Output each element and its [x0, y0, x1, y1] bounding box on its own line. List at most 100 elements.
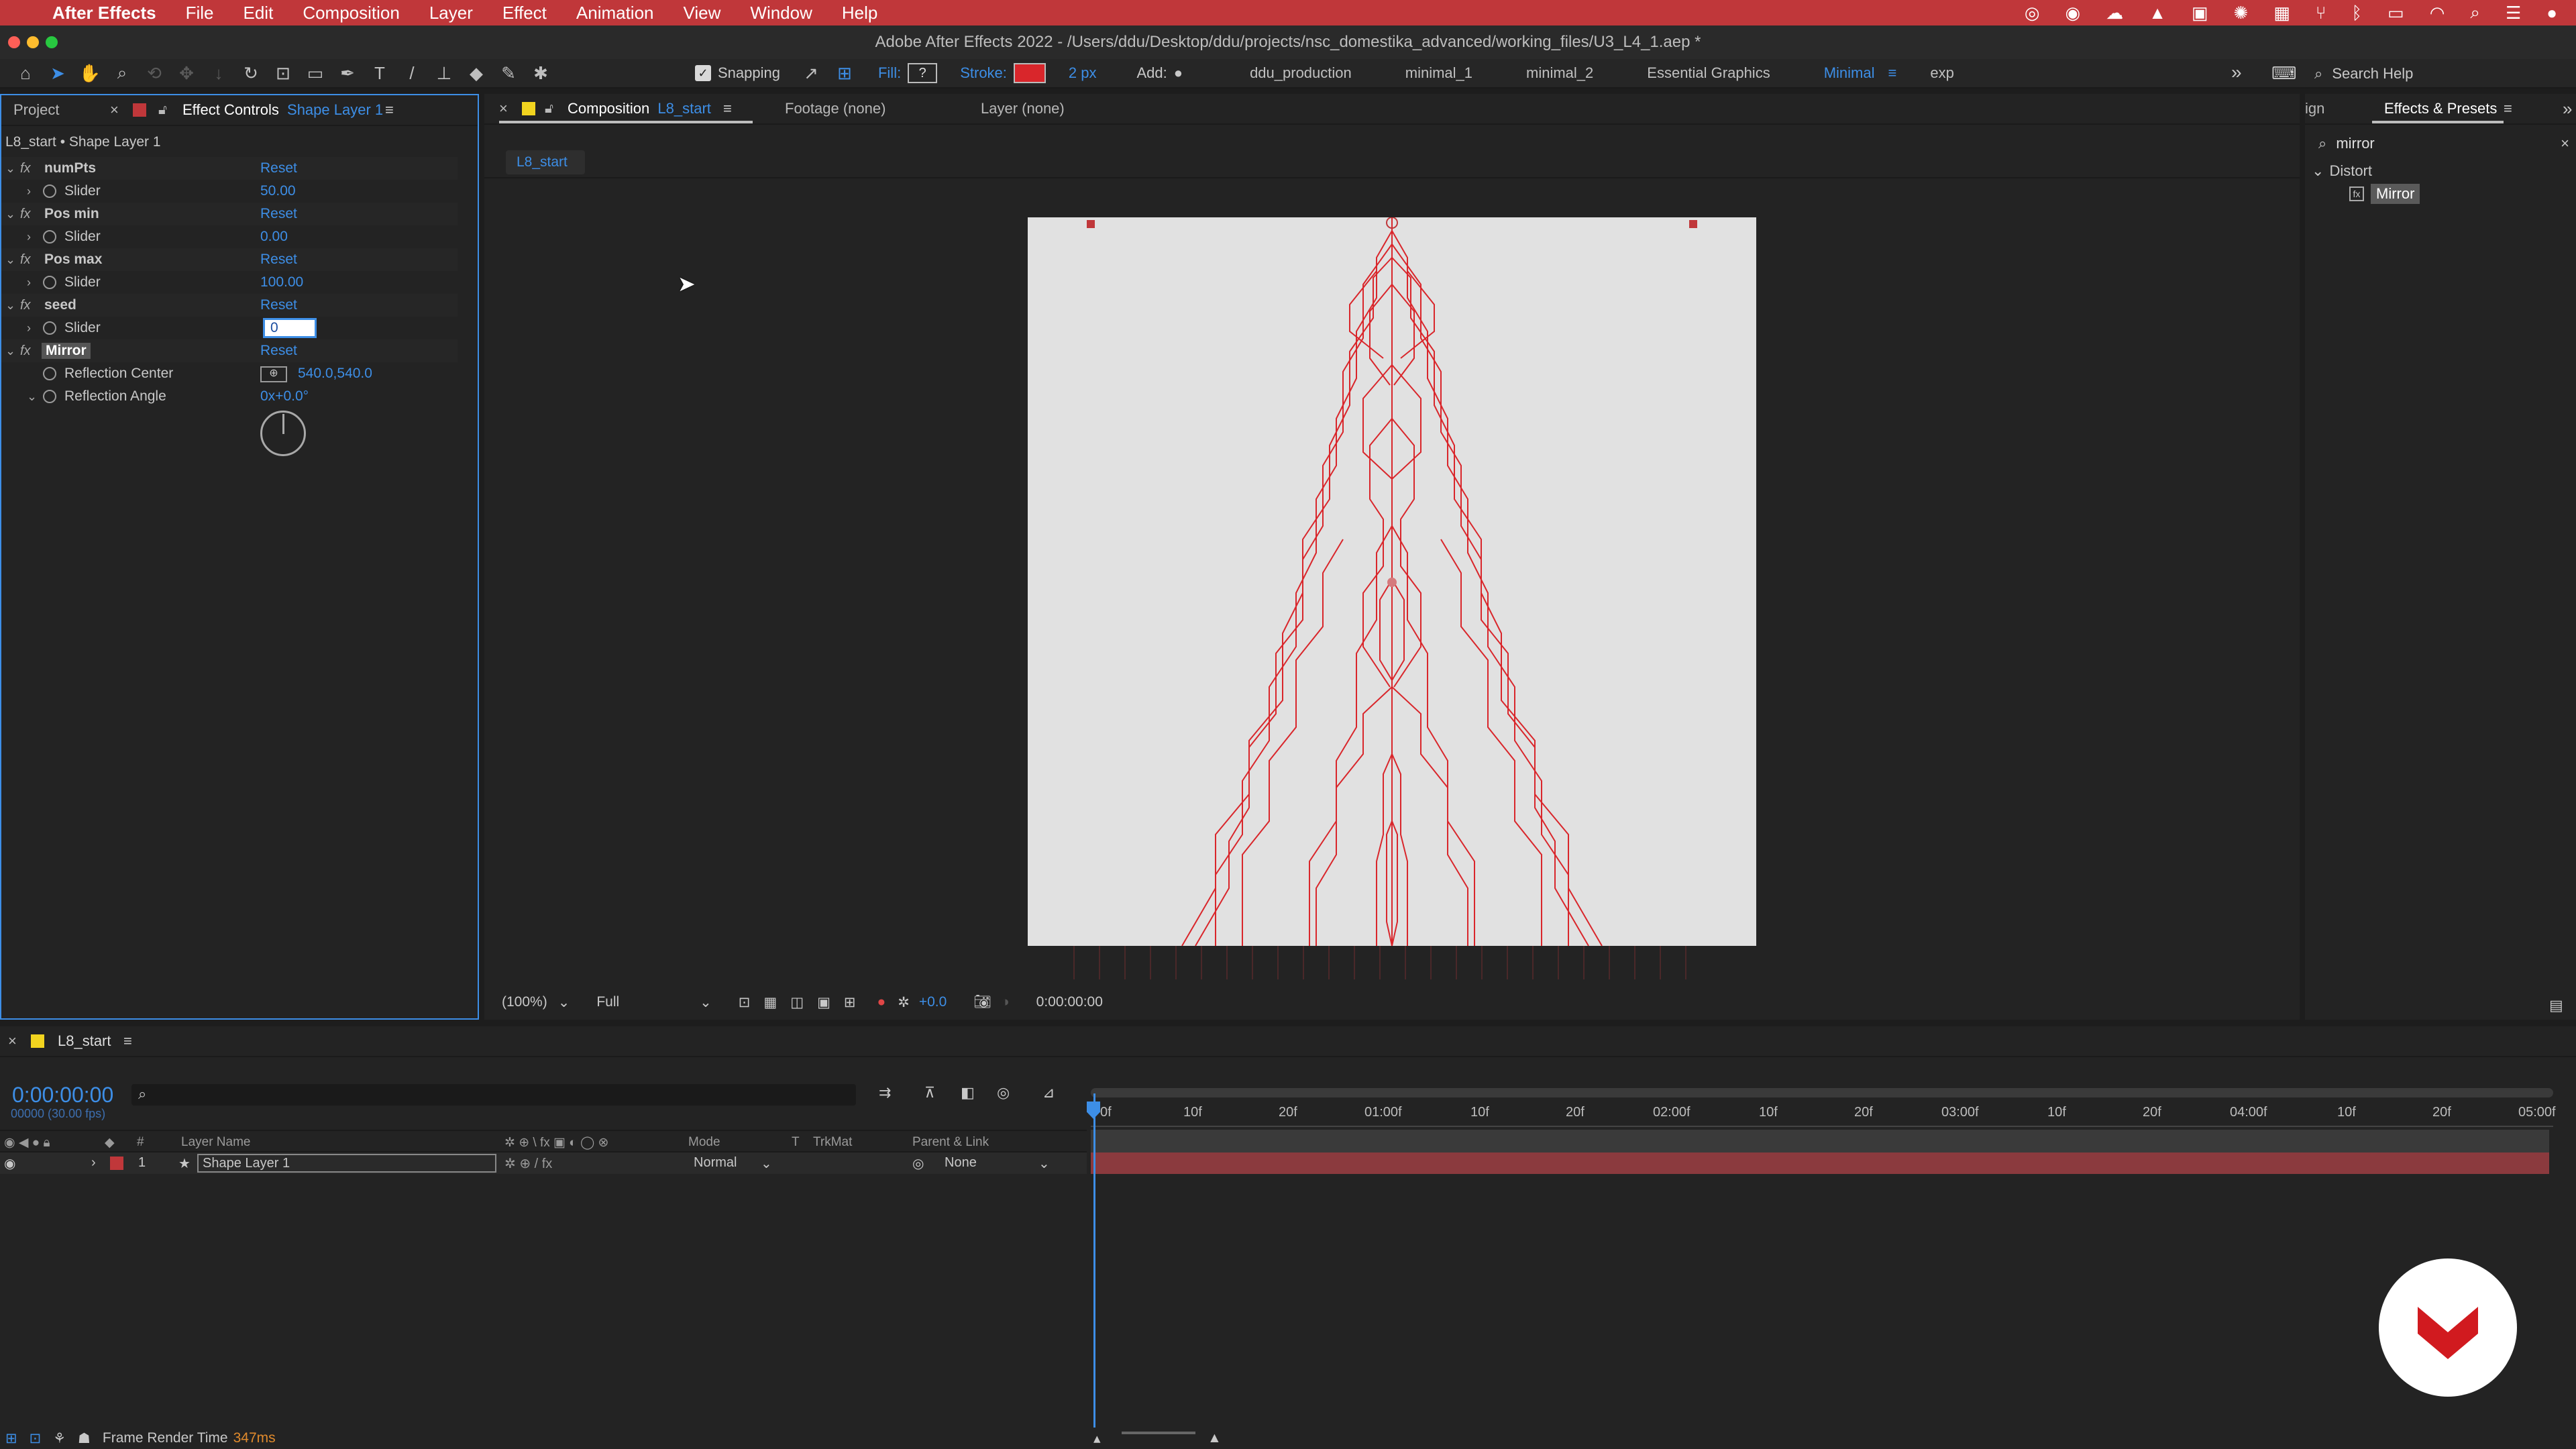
new-folder-icon[interactable]: ▤ — [2549, 997, 2563, 1014]
expand-icon[interactable]: ⌄ — [5, 299, 15, 313]
close-tab-icon[interactable]: × — [110, 101, 119, 119]
control-center-icon[interactable]: ☰ — [2506, 3, 2521, 23]
effect-row-numpts[interactable]: ⌄ fx numPts Reset — [1, 157, 458, 180]
work-area-bar[interactable] — [1091, 1088, 2553, 1097]
transfer-controls-icon[interactable]: ⊡ — [30, 1430, 42, 1447]
effect-row-pos-max[interactable]: ⌄ fx Pos max Reset — [1, 248, 458, 271]
stopwatch-icon[interactable] — [43, 276, 56, 289]
tab-effects-presets[interactable]: Effects & Presets — [2372, 100, 2509, 117]
zoom-window-button[interactable] — [46, 36, 58, 48]
menu-file[interactable]: File — [186, 3, 214, 23]
dolly-tool-icon[interactable]: ↓ — [205, 60, 232, 87]
rectangle-tool-icon[interactable]: ▭ — [302, 60, 329, 87]
chevron-down-icon[interactable]: ⌄ — [761, 1155, 772, 1172]
menu-composition[interactable]: Composition — [303, 3, 400, 23]
snap-edges-icon[interactable]: ↗ — [798, 60, 824, 87]
orbit-tool-icon[interactable]: ⟲ — [141, 60, 168, 87]
graph-editor-icon[interactable]: ⊿ — [1042, 1084, 1055, 1102]
trkmat-column[interactable]: TrkMat — [813, 1135, 852, 1150]
reset-link[interactable]: Reset — [260, 252, 297, 268]
draft-3d-icon[interactable]: ⊼ — [924, 1084, 935, 1102]
menu-effect[interactable]: Effect — [502, 3, 547, 23]
reflection-center-point[interactable] — [1387, 578, 1397, 587]
timeline-timecode[interactable]: 0:00:00:00 — [12, 1083, 113, 1108]
composition-canvas[interactable] — [1028, 217, 1756, 946]
render-icon[interactable]: ⊞ — [5, 1430, 17, 1447]
stopwatch-icon[interactable] — [43, 230, 56, 244]
in-out-icon[interactable]: ⚘ — [53, 1430, 66, 1447]
panel-menu-icon[interactable]: ≡ — [723, 100, 732, 117]
reset-link[interactable]: Reset — [260, 343, 297, 359]
layer-duration-bar[interactable] — [1091, 1152, 2549, 1174]
expand-icon[interactable]: › — [27, 276, 31, 290]
effect-row-pos-min[interactable]: ⌄ fx Pos min Reset — [1, 203, 458, 225]
chevron-down-icon[interactable]: ⌄ — [700, 994, 712, 1011]
expand-icon[interactable]: ⌄ — [27, 390, 37, 404]
reset-exposure-icon[interactable]: ✲ — [898, 994, 910, 1011]
fx-icon[interactable]: fx — [20, 343, 31, 359]
hand-tool-icon[interactable]: ✋ — [76, 60, 103, 87]
stopwatch-icon[interactable] — [43, 367, 56, 380]
expand-icon[interactable]: ⌄ — [2312, 162, 2324, 180]
expand-icon[interactable]: › — [27, 184, 31, 199]
pickwhip-icon[interactable]: ◎ — [912, 1155, 924, 1172]
minimize-window-button[interactable] — [27, 36, 39, 48]
zoom-in-icon[interactable]: ▲ — [1208, 1430, 1222, 1446]
creative-cloud-icon[interactable]: ◎ — [2025, 3, 2040, 23]
expand-icon[interactable]: ⌄ — [5, 344, 15, 358]
transparency-grid-icon[interactable]: ▦ — [763, 994, 777, 1011]
expand-icon[interactable]: ⌄ — [5, 207, 15, 221]
fx-icon[interactable]: fx — [20, 298, 31, 313]
playhead[interactable] — [1093, 1093, 1095, 1429]
crosshair-icon[interactable]: ⊕ — [260, 366, 287, 382]
effect-row-seed[interactable]: ⌄ fx seed Reset — [1, 294, 458, 317]
slider-value[interactable]: 50.00 — [260, 183, 296, 199]
workspace-ddu-production[interactable]: ddu_production — [1250, 64, 1352, 82]
layer-name[interactable]: Shape Layer 1 — [197, 1154, 496, 1173]
expand-icon[interactable]: ⌄ — [5, 162, 15, 176]
parent-column[interactable]: Parent & Link — [912, 1135, 989, 1150]
mode-dropdown[interactable]: Normal — [694, 1155, 737, 1171]
lock-icon[interactable]: 🔓︎ — [545, 101, 553, 117]
zoom-slider[interactable] — [1122, 1432, 1195, 1434]
tab-layer[interactable]: Layer (none) — [969, 100, 1077, 117]
stroke-width-value[interactable]: 2 px — [1069, 64, 1097, 82]
sync-icon[interactable]: ◉ — [2065, 3, 2081, 23]
workspaces-overflow-icon[interactable]: » — [2231, 62, 2242, 83]
display-icon[interactable]: ▣ — [2192, 3, 2208, 23]
clear-search-icon[interactable]: × — [2561, 135, 2569, 152]
grid-icon[interactable]: ▦ — [2273, 3, 2290, 23]
fx-icon[interactable]: fx — [20, 207, 31, 222]
fx-icon[interactable]: fx — [20, 252, 31, 268]
effect-result-mirror[interactable]: fx Mirror — [2349, 184, 2420, 204]
openai-icon[interactable]: ✺ — [2234, 3, 2249, 23]
reflection-center-value[interactable]: 540.0,540.0 — [298, 366, 372, 382]
region-of-interest-icon[interactable]: ▣ — [817, 994, 830, 1011]
close-tab-icon[interactable]: × — [499, 100, 508, 117]
brush-tool-icon[interactable]: / — [398, 60, 425, 87]
expand-icon[interactable]: › — [27, 321, 31, 335]
layer-label-color[interactable] — [110, 1157, 123, 1170]
eye-icon[interactable]: ◉ — [4, 1155, 15, 1172]
color-channels-icon[interactable]: ● — [877, 994, 886, 1010]
seed-slider-input[interactable]: 0 — [263, 318, 317, 338]
zoom-tool-icon[interactable]: ⌕ — [109, 60, 136, 87]
zoom-dropdown[interactable]: (100%) — [502, 994, 547, 1010]
chevron-down-icon[interactable]: ⌄ — [558, 994, 570, 1011]
search-help-field[interactable]: ⌕ Search Help — [2314, 63, 2569, 85]
viewer-timecode[interactable]: 0:00:00:00 — [1036, 994, 1103, 1010]
fill-swatch[interactable]: ? — [908, 63, 938, 83]
category-distort[interactable]: ⌄ Distort — [2312, 162, 2372, 180]
effects-search-field[interactable]: ⌕ mirror × — [2318, 131, 2576, 156]
time-ruler[interactable] — [1091, 1100, 2553, 1127]
snapping-checkbox[interactable]: ✓ — [695, 65, 711, 81]
reset-link[interactable]: Reset — [260, 206, 297, 222]
angle-dial[interactable] — [260, 411, 306, 456]
fork-icon[interactable]: ⑂ — [2316, 3, 2326, 23]
app-menu[interactable]: After Effects — [52, 3, 156, 23]
wifi-icon[interactable]: ◠ — [2430, 3, 2445, 23]
type-tool-icon[interactable]: T — [366, 60, 393, 87]
panels-overflow-icon[interactable]: » — [2563, 99, 2572, 119]
expand-icon[interactable]: › — [27, 230, 31, 244]
workspace-exp[interactable]: exp — [1930, 64, 1953, 82]
